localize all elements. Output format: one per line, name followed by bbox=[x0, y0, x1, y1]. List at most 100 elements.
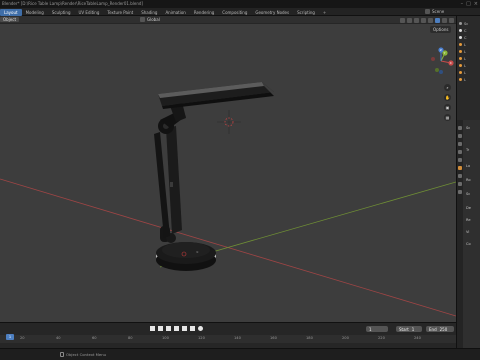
output-tab-icon[interactable] bbox=[458, 142, 462, 146]
orientation-icon bbox=[140, 17, 145, 22]
ruler-tick: 240 bbox=[414, 336, 421, 340]
tab-sculpting[interactable]: Sculpting bbox=[48, 9, 75, 16]
wireframe-shading-icon[interactable] bbox=[428, 17, 433, 23]
add-workspace-button[interactable]: + bbox=[319, 9, 330, 16]
modifier-tab-icon[interactable] bbox=[458, 174, 462, 178]
outliner-item[interactable]: C bbox=[459, 29, 480, 34]
properties-row[interactable]: De bbox=[466, 206, 480, 211]
tool-tab-icon[interactable] bbox=[458, 126, 462, 130]
ruler-tick: 80 bbox=[128, 336, 133, 340]
jump-to-end-icon[interactable] bbox=[190, 326, 195, 331]
ruler-tick: 20 bbox=[20, 336, 25, 340]
jump-to-start-icon[interactable] bbox=[150, 326, 155, 331]
scene-collection-icon bbox=[459, 22, 462, 25]
navigation-gizmo[interactable]: X Y Z bbox=[426, 46, 456, 76]
tab-geometry-nodes[interactable]: Geometry Nodes bbox=[251, 9, 293, 16]
playback-controls bbox=[150, 326, 203, 331]
viewport-shading-icons bbox=[400, 16, 454, 24]
record-icon[interactable] bbox=[198, 326, 203, 331]
outliner-item[interactable]: L bbox=[459, 43, 480, 48]
properties-row[interactable]: Tr bbox=[466, 148, 480, 153]
properties-row[interactable]: Vi bbox=[466, 230, 480, 235]
object-tab-icon[interactable] bbox=[458, 166, 462, 170]
start-frame-label: Start bbox=[399, 326, 409, 332]
tab-scripting[interactable]: Scripting bbox=[293, 9, 319, 16]
ruler-tick: 180 bbox=[306, 336, 313, 340]
ruler-tick: 140 bbox=[234, 336, 241, 340]
material-shading-icon[interactable] bbox=[442, 17, 447, 23]
title-bar: Blender* [D:\Rice Table Lamp\Render\Rice… bbox=[0, 0, 480, 8]
tab-animation[interactable]: Animation bbox=[161, 9, 189, 16]
outliner-item[interactable]: L bbox=[459, 57, 480, 62]
end-frame-value: 250 bbox=[439, 326, 448, 332]
world-tab-icon[interactable] bbox=[458, 158, 462, 162]
properties-row[interactable]: Sc bbox=[466, 192, 480, 197]
gizmo-y-label: Y bbox=[444, 51, 446, 55]
jump-keyframe-forward-icon[interactable] bbox=[182, 326, 187, 331]
gizmo-toggle-icon[interactable] bbox=[407, 17, 412, 23]
tab-modeling[interactable]: Modeling bbox=[22, 9, 48, 16]
collection-icon bbox=[459, 29, 462, 32]
orientation-label: Global bbox=[147, 17, 160, 22]
3d-viewport[interactable]: Object Global ≋ Options X Y Z ⌕ ✋ ▣ ▦ bbox=[0, 16, 456, 348]
gizmo-z-label: Z bbox=[440, 48, 442, 52]
properties-row[interactable]: Re bbox=[466, 218, 480, 223]
properties-row[interactable]: Lo bbox=[466, 164, 480, 169]
3d-cursor bbox=[217, 110, 241, 134]
pan-hand-icon[interactable]: ✋ bbox=[444, 94, 451, 101]
minimize-button[interactable]: – bbox=[461, 1, 464, 7]
transform-orientation-dropdown[interactable]: Global bbox=[140, 17, 160, 22]
play-reverse-icon[interactable] bbox=[166, 326, 171, 331]
outliner-item[interactable]: L bbox=[459, 64, 480, 69]
properties-row[interactable]: Co bbox=[466, 242, 480, 247]
properties-row: Sc bbox=[466, 126, 471, 130]
scene-selector[interactable]: Scene bbox=[425, 9, 444, 14]
ruler-tick: 220 bbox=[378, 336, 385, 340]
camera-view-icon[interactable]: ▣ bbox=[444, 104, 451, 111]
data-tab-icon[interactable] bbox=[458, 190, 462, 194]
playhead[interactable]: 1 bbox=[6, 334, 14, 340]
solid-shading-icon[interactable] bbox=[435, 17, 440, 23]
light-icon bbox=[459, 50, 462, 53]
outliner-item[interactable]: L bbox=[459, 71, 480, 76]
scene-name: Scene bbox=[432, 9, 445, 14]
outliner-item[interactable]: C bbox=[459, 36, 480, 41]
properties-row[interactable]: Ro bbox=[466, 178, 480, 183]
mouse-button-icon bbox=[60, 352, 64, 357]
object-mode-dropdown[interactable]: Object bbox=[0, 17, 20, 22]
tab-rendering[interactable]: Rendering bbox=[190, 9, 218, 16]
render-tab-icon[interactable] bbox=[458, 134, 462, 138]
jump-keyframe-back-icon[interactable] bbox=[158, 326, 163, 331]
outliner-panel[interactable]: Sc C C L L L L L L bbox=[456, 16, 480, 120]
start-frame-field[interactable]: Start 1 bbox=[396, 326, 422, 332]
tab-texture-paint[interactable]: Texture Paint bbox=[103, 9, 137, 16]
overlay-icon[interactable] bbox=[414, 17, 419, 23]
light-icon bbox=[459, 71, 462, 74]
tab-layout[interactable]: Layout bbox=[0, 9, 22, 16]
light-icon bbox=[459, 57, 462, 60]
play-icon[interactable] bbox=[174, 326, 179, 331]
outliner-item[interactable]: L bbox=[459, 50, 480, 55]
rendered-shading-icon[interactable] bbox=[449, 17, 454, 23]
tab-shading[interactable]: Shading bbox=[137, 9, 161, 16]
perspective-toggle-icon[interactable]: ▦ bbox=[444, 114, 451, 121]
scene-tab-icon[interactable] bbox=[458, 150, 462, 154]
viewport-scene[interactable]: ≋ bbox=[0, 24, 456, 338]
options-dropdown[interactable]: Options bbox=[430, 26, 452, 33]
tab-compositing[interactable]: Compositing bbox=[218, 9, 251, 16]
maximize-button[interactable]: □ bbox=[466, 1, 471, 7]
physics-tab-icon[interactable] bbox=[458, 182, 462, 186]
light-icon bbox=[459, 43, 462, 46]
current-frame-field[interactable]: 1 bbox=[366, 326, 388, 332]
light-icon bbox=[459, 64, 462, 67]
outliner-item[interactable]: Sc bbox=[459, 22, 480, 27]
tab-uv-editing[interactable]: UV Editing bbox=[75, 9, 104, 16]
frame-ruler[interactable]: 20 40 60 80 100 120 140 160 180 200 220 … bbox=[0, 335, 456, 343]
xray-icon[interactable] bbox=[421, 17, 426, 23]
end-frame-field[interactable]: End 250 bbox=[426, 326, 454, 332]
zoom-icon[interactable]: ⌕ bbox=[444, 84, 451, 91]
properties-panel[interactable]: Sc Tr Lo Ro Sc De Re Vi Co bbox=[456, 120, 480, 348]
visibility-icon[interactable] bbox=[400, 17, 405, 23]
outliner-item[interactable]: L bbox=[459, 78, 480, 83]
close-button[interactable]: × bbox=[474, 1, 478, 7]
